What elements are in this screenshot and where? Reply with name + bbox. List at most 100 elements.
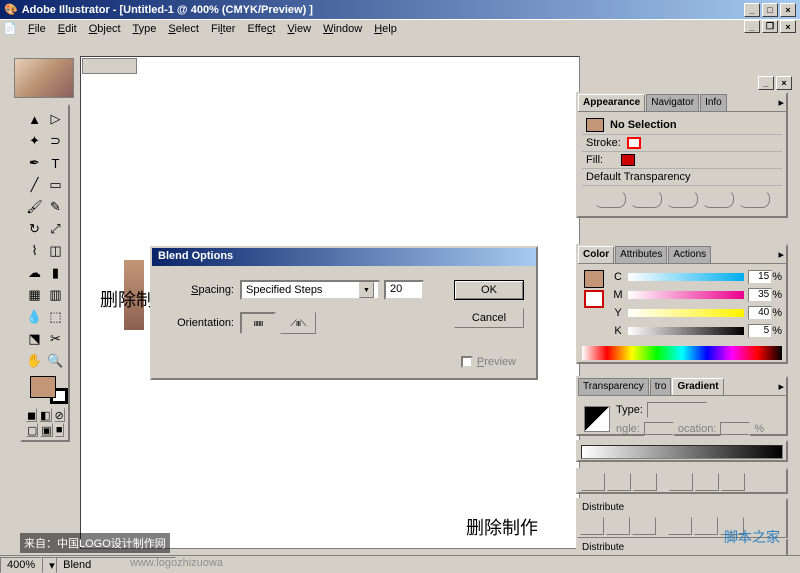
ok-button[interactable]: OK	[454, 280, 524, 300]
spacing-select[interactable]: Specified Steps ▼	[240, 280, 380, 300]
color-mode[interactable]: ◼	[26, 408, 37, 422]
appear-btn3[interactable]	[666, 190, 698, 208]
scissors-tool[interactable]: ✂	[45, 328, 66, 350]
angle-input[interactable]	[644, 422, 674, 436]
menu-edit[interactable]: Edit	[52, 21, 83, 37]
color-stroke-swatch[interactable]	[584, 290, 604, 308]
gradient-ramp[interactable]	[581, 445, 783, 459]
dist-btn-3[interactable]	[632, 517, 656, 535]
scale-tool[interactable]: ⤢	[45, 218, 66, 240]
appear-btn4[interactable]	[702, 190, 734, 208]
rotate-tool[interactable]: ↻	[24, 218, 45, 240]
menu-select[interactable]: Select	[162, 21, 205, 37]
c-value[interactable]: 15	[748, 270, 772, 284]
steps-input[interactable]: 20	[384, 280, 424, 300]
spectrum-bar[interactable]	[582, 346, 782, 360]
zoom-tool[interactable]: 🔍	[45, 350, 66, 372]
orient-align-path[interactable]: ⟋ııı⟍	[280, 312, 316, 334]
blend-tool[interactable]: ⬚	[45, 306, 66, 328]
menu-view[interactable]: View	[281, 21, 317, 37]
y-slider[interactable]	[628, 309, 744, 317]
symbol-tool[interactable]: ☁	[24, 262, 45, 284]
fill-value-icon[interactable]	[621, 154, 635, 166]
type-select[interactable]	[647, 402, 707, 418]
tab-navigator[interactable]: Navigator	[646, 94, 699, 111]
stroke-value-icon[interactable]	[627, 137, 641, 149]
pen-tool[interactable]: ✒	[24, 152, 45, 174]
tab-stroke[interactable]: tro	[650, 378, 672, 395]
preview-checkbox[interactable]: Preview	[461, 356, 516, 368]
menu-type[interactable]: Type	[127, 21, 163, 37]
dropdown-icon[interactable]: ▼	[359, 282, 374, 298]
graph-tool[interactable]: ▮	[45, 262, 66, 284]
mdi-restore[interactable]: ❐	[762, 20, 778, 33]
selection-tool[interactable]: ▲	[24, 108, 45, 130]
color-swatch[interactable]	[26, 374, 70, 406]
screen-normal[interactable]: ▢	[26, 423, 38, 437]
m-value[interactable]: 35	[748, 288, 772, 302]
menu-effect[interactable]: Effect	[241, 21, 281, 37]
align-right[interactable]	[633, 473, 657, 491]
mdi-close[interactable]: ×	[780, 20, 796, 33]
lasso-tool[interactable]: ⊃	[45, 130, 66, 152]
fill-swatch[interactable]	[30, 376, 56, 398]
appear-btn1[interactable]	[594, 190, 626, 208]
maximize-button[interactable]: □	[762, 3, 778, 17]
eyedropper-tool[interactable]: 💧	[24, 306, 45, 328]
gradient-tool[interactable]: ▥	[45, 284, 66, 306]
menu-object[interactable]: Object	[83, 21, 127, 37]
panel-menu-icon[interactable]: ▸	[778, 380, 784, 393]
free-transform-tool[interactable]: ◫	[45, 240, 66, 262]
pencil-tool[interactable]: ✎	[45, 196, 66, 218]
screen-full[interactable]: ▣	[40, 423, 52, 437]
panel-min[interactable]: _	[758, 76, 774, 90]
appear-btn5[interactable]	[738, 190, 770, 208]
rect-tool[interactable]: ▭	[45, 174, 66, 196]
gradient-mode[interactable]: ◧	[39, 408, 51, 422]
mesh-tool[interactable]: ▦	[24, 284, 45, 306]
hand-tool[interactable]: ✋	[24, 350, 45, 372]
align-vcenter[interactable]	[695, 473, 719, 491]
tab-transparency[interactable]: Transparency	[578, 378, 649, 395]
minimize-button[interactable]: _	[744, 3, 760, 17]
c-slider[interactable]	[628, 273, 744, 281]
panel-close[interactable]: ×	[776, 76, 792, 90]
menu-help[interactable]: Help	[368, 21, 403, 37]
menu-window[interactable]: Window	[317, 21, 368, 37]
appear-btn2[interactable]	[630, 190, 662, 208]
y-value[interactable]: 40	[748, 306, 772, 320]
warp-tool[interactable]: ⌇	[24, 240, 45, 262]
k-value[interactable]: 5	[748, 324, 772, 338]
screen-full2[interactable]: ■	[55, 423, 64, 437]
mdi-minimize[interactable]: _	[744, 20, 760, 33]
none-mode[interactable]: ⊘	[54, 408, 65, 422]
dist-btn-5[interactable]	[694, 517, 718, 535]
type-tool[interactable]: T	[45, 152, 66, 174]
panel-menu-icon[interactable]: ▸	[778, 96, 784, 109]
align-bottom[interactable]	[721, 473, 745, 491]
dist-btn-1[interactable]	[580, 517, 604, 535]
zoom-dropdown[interactable]: ▾	[42, 557, 56, 573]
orient-align-page[interactable]: ıııııı	[240, 312, 276, 334]
slice-tool[interactable]: ⬔	[24, 328, 45, 350]
tab-gradient[interactable]: Gradient	[672, 378, 723, 395]
direct-select-tool[interactable]: ▷	[45, 108, 66, 130]
m-slider[interactable]	[628, 291, 744, 299]
tab-actions[interactable]: Actions	[668, 246, 711, 263]
tab-appearance[interactable]: Appearance	[578, 94, 645, 111]
dist-btn-2[interactable]	[606, 517, 630, 535]
line-tool[interactable]: ╱	[24, 174, 45, 196]
cancel-button[interactable]: Cancel	[454, 308, 524, 328]
align-top[interactable]	[669, 473, 693, 491]
dist-btn-4[interactable]	[668, 517, 692, 535]
zoom-level[interactable]: 400%	[0, 557, 42, 573]
align-left[interactable]	[581, 473, 605, 491]
tab-info[interactable]: Info	[700, 94, 727, 111]
menu-file[interactable]: File	[22, 21, 52, 37]
brush-tool[interactable]: 🖌	[24, 196, 45, 218]
magic-wand-tool[interactable]: ✦	[24, 130, 45, 152]
panel-menu-icon[interactable]: ▸	[778, 248, 784, 261]
menu-filter[interactable]: Filter	[205, 21, 241, 37]
tab-attributes[interactable]: Attributes	[615, 246, 667, 263]
align-hcenter[interactable]	[607, 473, 631, 491]
